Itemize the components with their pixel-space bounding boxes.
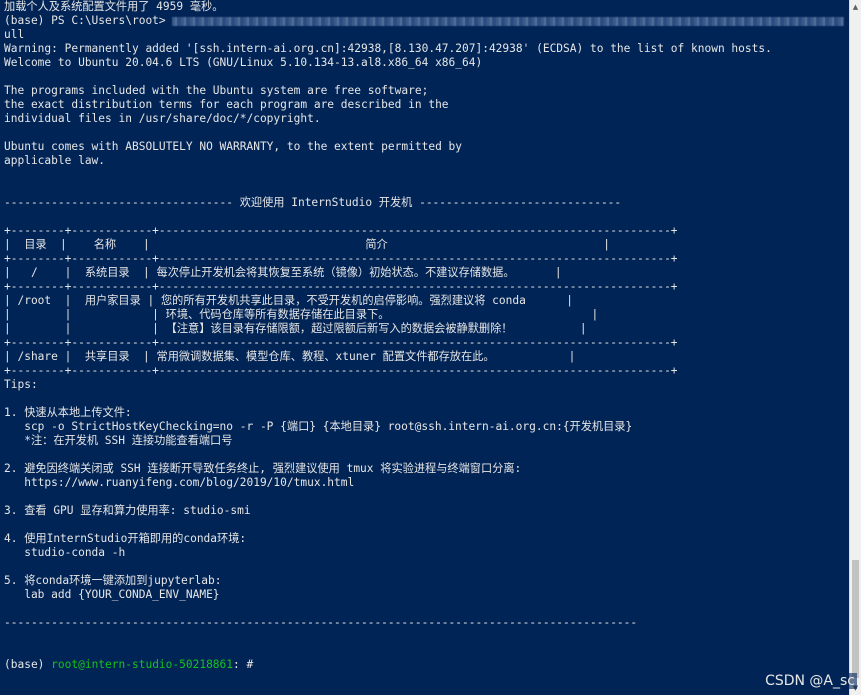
prompt-symbol: : # [233, 658, 254, 671]
prompt-user-host: root@intern-studio-50218861 [51, 658, 234, 671]
remote-prompt-line[interactable]: (base) root@intern-studio-50218861: # [4, 658, 849, 672]
table-border-bottom: +--------+------------+-----------------… [4, 364, 678, 377]
load-time-line: 加载个人及系统配置文件用了 4959 毫秒。 [4, 0, 224, 13]
tip-5-title: 5. 将conda环境一键添加到jupyterlab: [4, 574, 222, 587]
tip-1-note: *注：在开发机 SSH 连接功能查看端口号 [4, 434, 233, 447]
terminal-window[interactable]: 加载个人及系统配置文件用了 4959 毫秒。 (base) PS C:\User… [0, 0, 849, 695]
conda-env-label: (base) [4, 658, 52, 671]
table-row-root-cont: | | | 环境、代码仓库等所有数据存储在此目录下。 | [4, 308, 599, 321]
local-prompt: (base) PS C:\Users\root> [4, 14, 173, 27]
local-prompt-line: (base) PS C:\Users\root> [4, 14, 849, 28]
warranty-line-2: applicable law. [4, 154, 106, 167]
ssh-warning-line: Warning: Permanently added '[ssh.intern-… [4, 42, 772, 55]
table-row-root: | /root | 用户家目录 | 您的所有开发机共享此目录，不受开发机的启停影… [4, 294, 573, 307]
vertical-scrollbar[interactable]: ▲ ▼ [849, 0, 861, 695]
tips-title: Tips: [4, 378, 38, 391]
tip-3-title: 3. 查看 GPU 显存和算力使用率: studio-smi [4, 504, 251, 517]
free-software-line-3: individual files in /usr/share/doc/*/cop… [4, 112, 321, 125]
table-border: +--------+------------+-----------------… [4, 280, 678, 293]
scroll-thumb[interactable] [852, 560, 859, 678]
redacted-command [172, 16, 845, 26]
table-border: +--------+------------+-----------------… [4, 336, 678, 349]
tip-2-link: https://www.ruanyifeng.com/blog/2019/10/… [4, 476, 355, 489]
tip-4-title: 4. 使用InternStudio开箱即用的conda环境: [4, 532, 247, 545]
table-border-top: +--------+------------+-----------------… [4, 224, 678, 237]
tip-5-command: lab add {YOUR_CONDA_ENV_NAME} [4, 588, 220, 601]
free-software-line-1: The programs included with the Ubuntu sy… [4, 84, 429, 97]
footer-rule: ----------------------------------------… [4, 616, 638, 629]
command-wrap-line: ull [4, 28, 25, 41]
scroll-up-icon[interactable]: ▲ [850, 0, 861, 14]
warranty-line-1: Ubuntu comes with ABSOLUTELY NO WARRANTY… [4, 140, 463, 153]
tip-1-command: scp -o StrictHostKeyChecking=no -r -P {端… [4, 420, 633, 433]
csdn-watermark: CSDN @A_sc [763, 673, 857, 689]
welcome-banner: ---------------------------------- 欢迎使用 … [4, 196, 622, 209]
table-row-system: | / | 系统目录 | 每次停止开发机会将其恢复至系统（镜像）初始状态。不建议… [4, 266, 562, 279]
tip-2-title: 2. 避免因终端关闭或 SSH 连接断开导致任务终止, 强烈建议使用 tmux … [4, 462, 522, 475]
table-row-root-note: | | | 【注意】该目录有存储限额，超过限额后新写入的数据会被静默删除！ | [4, 322, 587, 335]
welcome-line: Welcome to Ubuntu 20.04.6 LTS (GNU/Linux… [4, 56, 483, 69]
table-row-share: | /share | 共享目录 | 常用微调数据集、模型仓库、教程、xtuner… [4, 350, 576, 363]
table-header: | 目录 | 名称 | 简介 | [4, 238, 610, 251]
table-border: +--------+------------+-----------------… [4, 252, 678, 265]
tip-4-command: studio-conda -h [4, 546, 126, 559]
tip-1-title: 1. 快速从本地上传文件: [4, 406, 132, 419]
free-software-line-2: the exact distribution terms for each pr… [4, 98, 449, 111]
